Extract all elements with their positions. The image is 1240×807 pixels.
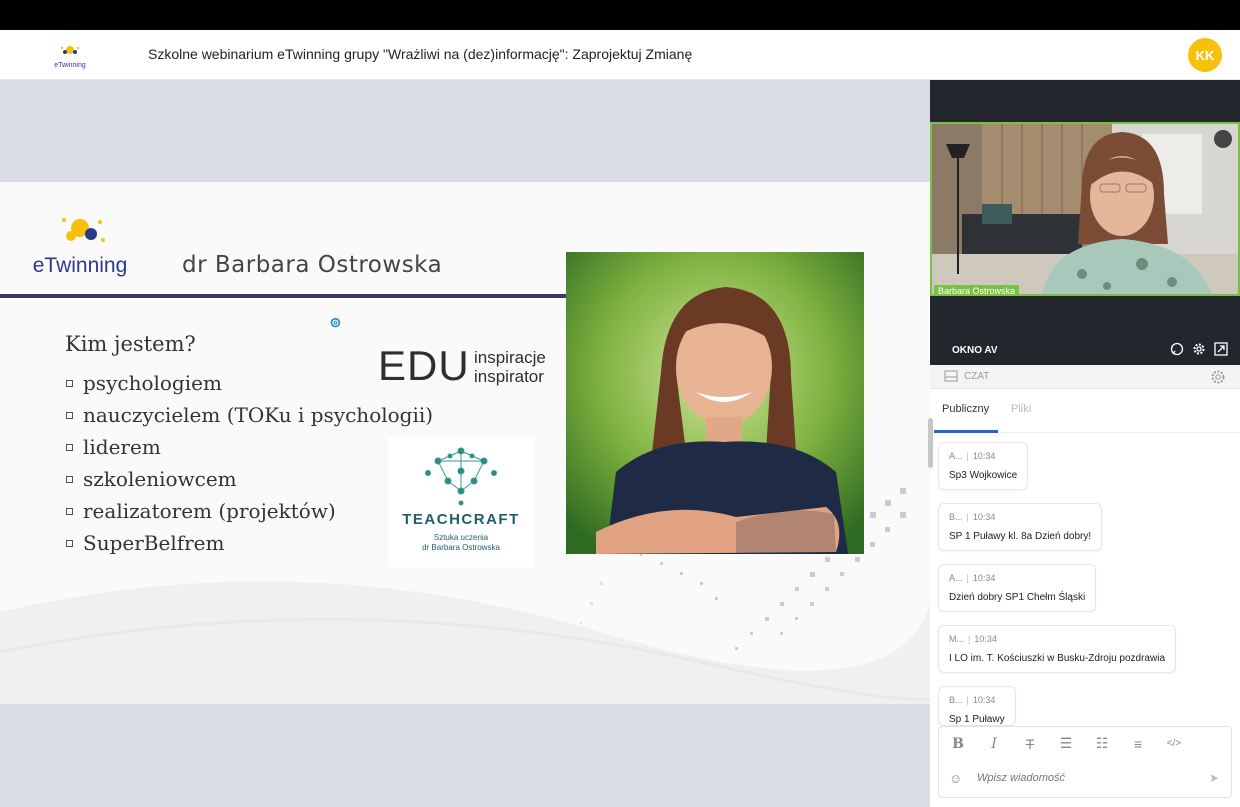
list-item: szkoleniowcem [66,463,433,495]
app-header: eTwinning Szkolne webinarium eTwinning g… [0,30,1240,80]
bullet-icon [66,411,73,419]
microphone-icon[interactable] [1214,130,1232,148]
formatting-toolbar: B I T ☰ ☷ ≡ </> [949,735,1183,752]
chat-scrollbar[interactable] [928,418,933,468]
slide-divider [0,294,566,298]
gear-icon[interactable] [1192,342,1206,356]
chat-tabs: Publiczny Pliki [930,389,1240,433]
chat-bubble-icon[interactable] [1170,342,1184,356]
list-item: nauczycielem (TOKu i psychologii) [66,399,433,431]
av-controls [1170,342,1228,356]
list-item: liderem [66,431,433,463]
shared-slide: eTwinning dr Barbara Ostrowska Kim jeste… [0,182,930,704]
italic-icon[interactable]: I [985,736,1003,752]
av-panel-label: OKNO AV [952,345,998,356]
bullet-icon [66,443,73,451]
numbered-list-icon[interactable]: ≡ [1129,736,1147,752]
indent-list-icon[interactable]: ☷ [1093,735,1111,752]
chat-message: B... | 10:34 SP 1 Puławy kl. 8a Dzień dobr… [938,503,1103,551]
chat-message: M... | 10:34 I LO im. T. Kościuszki w Busk… [938,625,1177,673]
teachcraft-logo: TEACHCRAFT Sztuka uczenia dr Barbara Ost… [388,437,534,567]
edu-logo-text: EDU [378,342,470,389]
chat-settings-gear-icon[interactable] [1210,369,1226,385]
video-feed-image [932,124,1238,294]
message-composer: B I T ☰ ☷ ≡ </> ☺ ➤ [938,726,1232,798]
bold-icon[interactable]: B [949,736,967,752]
chat-label: CZAT [964,371,990,382]
av-panel: Barbara Ostrowska OKNO AV [930,80,1240,365]
message-input[interactable] [977,769,1197,787]
teachcraft-name: TEACHCRAFT [402,511,520,528]
presentation-stage: eTwinning dr Barbara Ostrowska Kim jeste… [0,80,930,807]
slide-presenter-name: dr Barbara Ostrowska [182,252,443,278]
bullet-icon [66,539,73,547]
header-logo-text: eTwinning [54,62,86,69]
bullet-icon [66,507,73,515]
popout-icon[interactable] [1214,342,1228,356]
tab-public[interactable]: Publiczny [942,403,989,415]
strikethrough-icon[interactable]: T [1021,736,1039,752]
list-item: realizatorem (projektów) [66,495,433,527]
edu-logo-subtext: inspiracje inspirator [474,348,546,386]
slide-logo-text: eTwinning [33,254,128,277]
list-item: SuperBelfrem [66,527,433,559]
bullet-list-icon[interactable]: ☰ [1057,735,1075,752]
slide-etwinning-logo: eTwinning [33,218,128,277]
chat-message: A... | 10:34 Dzień dobry SP1 Chełm Śląski [938,564,1097,612]
teachcraft-subtitle: Sztuka uczenia dr Barbara Ostrowska [422,533,500,552]
participant-name-tag: Barbara Ostrowska [934,285,1020,294]
user-avatar[interactable]: KK [1188,38,1222,72]
send-icon[interactable]: ➤ [1209,771,1219,785]
chat-message: A... | 10:34 Sp3 Wojkowice [938,442,1029,490]
chat-panel-icon[interactable] [944,370,958,382]
chat-header: CZAT [930,365,1240,389]
participant-video[interactable]: Barbara Ostrowska [930,122,1240,296]
etwinning-logo[interactable]: eTwinning [48,40,92,70]
presenter-photo [566,252,864,554]
emoji-icon[interactable]: ☺ [949,771,962,786]
slide-question: Kim jestem? [65,332,196,356]
roles-list: psychologiem nauczycielem (TOKu i psycho… [66,367,433,559]
right-sidebar: Barbara Ostrowska OKNO AV CZAT Publiczny… [928,80,1240,807]
chat-message: B... | 10:34 Sp 1 Puławy [938,686,1016,726]
code-icon[interactable]: </> [1165,738,1183,749]
window-top-bar [0,0,1240,30]
bullet-icon [66,475,73,483]
bullet-icon [66,379,73,387]
tab-files[interactable]: Pliki [1011,403,1031,415]
brain-network-icon [425,447,497,506]
webinar-title: Szkolne webinarium eTwinning grupy "Wraż… [148,46,693,62]
edu-spiral-icon [330,317,341,328]
active-tab-indicator [934,430,998,433]
